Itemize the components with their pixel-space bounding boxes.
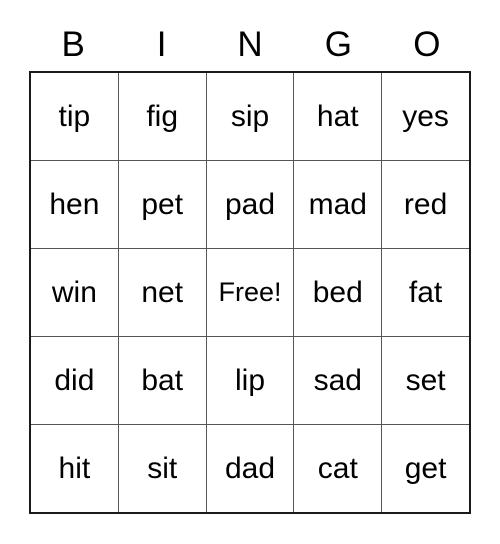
bingo-cell[interactable]: win (31, 249, 119, 336)
bingo-cell[interactable]: pad (206, 161, 295, 248)
bingo-cell[interactable]: hit (31, 425, 119, 512)
bingo-row: tip fig sip hat yes (31, 73, 469, 161)
bingo-cell[interactable]: lip (206, 337, 295, 424)
bingo-cell[interactable]: hen (31, 161, 119, 248)
bingo-cell[interactable]: bed (294, 249, 383, 336)
bingo-cell[interactable]: cat (294, 425, 383, 512)
bingo-cell[interactable]: get (382, 425, 469, 512)
bingo-cell[interactable]: mad (294, 161, 383, 248)
bingo-cell[interactable]: sad (294, 337, 383, 424)
bingo-cell[interactable]: dad (206, 425, 295, 512)
bingo-header-row: B I N G O (29, 18, 471, 71)
bingo-cell[interactable]: red (382, 161, 469, 248)
bingo-header-letter-n: N (237, 25, 263, 64)
bingo-cell[interactable]: pet (118, 161, 207, 248)
bingo-row: hen pet pad mad red (31, 161, 469, 249)
bingo-cell[interactable]: fat (382, 249, 469, 336)
bingo-cell[interactable]: did (31, 337, 119, 424)
bingo-header-letter-g: G (324, 25, 353, 64)
bingo-header-letter-i: I (156, 25, 167, 64)
bingo-header-letter-b: B (61, 25, 85, 64)
bingo-row: win net Free! bed fat (31, 249, 469, 337)
bingo-row: did bat lip sad set (31, 337, 469, 425)
bingo-cell[interactable]: fig (118, 73, 207, 160)
bingo-cell[interactable]: sip (206, 73, 295, 160)
bingo-cell[interactable]: tip (31, 73, 119, 160)
bingo-cell[interactable]: set (382, 337, 469, 424)
bingo-free-space-cell[interactable]: Free! (206, 249, 295, 336)
bingo-row: hit sit dad cat get (31, 425, 469, 512)
bingo-cell[interactable]: yes (382, 73, 469, 160)
bingo-cell[interactable]: sit (118, 425, 207, 512)
bingo-card: B I N G O tip fig sip hat yes hen pet pa… (29, 18, 471, 514)
bingo-header-letter-o: O (413, 25, 441, 64)
bingo-cell[interactable]: hat (294, 73, 383, 160)
bingo-cell[interactable]: bat (118, 337, 207, 424)
bingo-cell[interactable]: net (118, 249, 207, 336)
bingo-grid: tip fig sip hat yes hen pet pad mad red … (29, 71, 471, 514)
